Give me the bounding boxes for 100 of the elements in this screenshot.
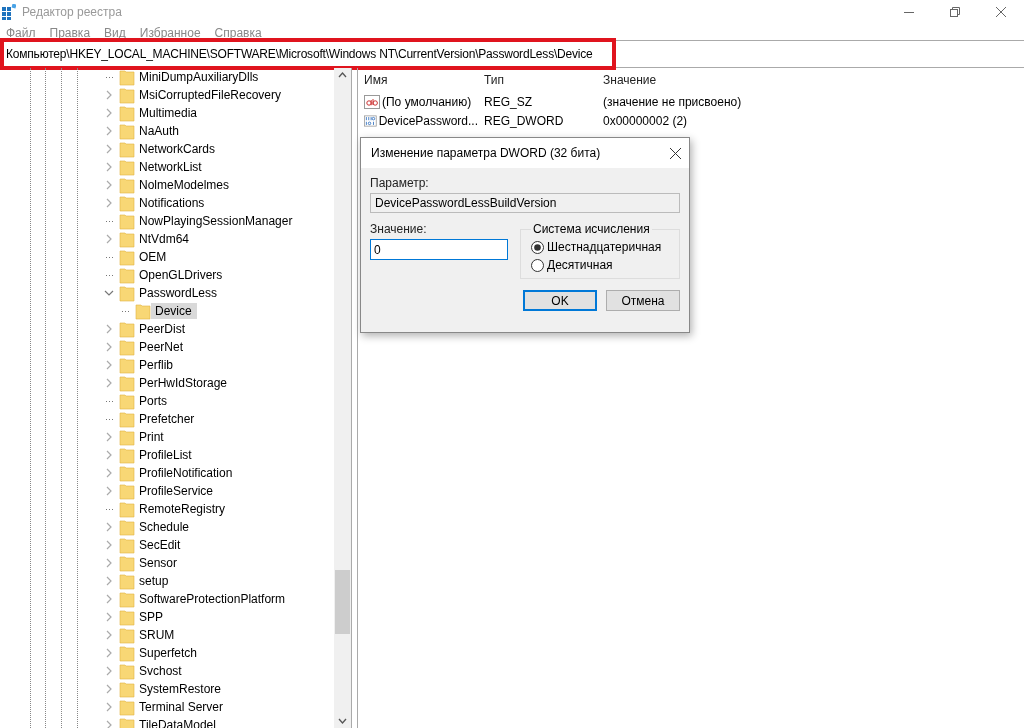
tree-item[interactable]: MiniDumpAuxiliaryDlls [135,69,264,85]
tree-item[interactable]: SystemRestore [135,681,227,697]
tree-item[interactable]: NolmeModelmes [135,177,235,193]
tree-item[interactable]: NtVdm64 [135,231,195,247]
ok-button[interactable]: OK [523,290,597,311]
column-header[interactable]: Имя [358,68,478,92]
column-header[interactable]: Тип [478,68,597,92]
tree-item[interactable]: Superfetch [135,645,203,661]
scrollbar-thumb[interactable] [335,570,350,634]
chevron-right-icon[interactable] [106,378,112,388]
chevron-right-icon[interactable] [106,630,112,640]
tree-item[interactable]: Multimedia [135,105,203,121]
tree-item[interactable]: SRUM [135,627,180,643]
tree-item[interactable]: SecEdit [135,537,186,553]
chevron-right-icon[interactable] [106,720,112,728]
tree-item[interactable]: NaAuth [135,123,185,139]
address-bar[interactable]: Компьютер\HKEY_LOCAL_MACHINE\SOFTWARE\Microsoft\Windows NT\CurrentVersion\PasswordLess\Device [0,40,1024,68]
group-title: Система исчисления [532,222,651,236]
menu-item[interactable]: Справка [214,26,262,40]
tree-item[interactable]: Notifications [135,195,210,211]
folder-icon [119,410,135,428]
tree-item[interactable]: ProfileList [135,447,197,463]
tree-item[interactable]: OEM [135,249,172,265]
tree-item[interactable]: Schedule [135,519,195,535]
chevron-right-icon[interactable] [106,540,112,550]
chevron-right-icon[interactable] [106,198,112,208]
radio-label[interactable]: Шестнадцатеричная [547,240,662,254]
chevron-right-icon[interactable] [106,342,112,352]
menu-item[interactable]: Избранное [139,26,201,40]
radio-button[interactable] [531,240,544,254]
folder-icon [119,500,135,518]
chevron-right-icon[interactable] [106,180,112,190]
tree-item[interactable]: Device [151,303,197,319]
tree-item[interactable]: PerHwIdStorage [135,375,233,391]
folder-icon [119,446,135,464]
tree-item[interactable]: Ports [135,393,172,409]
tree-item[interactable]: Prefetcher [135,411,200,427]
chevron-down-icon[interactable] [104,290,114,296]
chevron-right-icon[interactable] [106,702,112,712]
close-icon[interactable] [996,7,1006,17]
chevron-right-icon[interactable] [106,162,112,172]
chevron-right-icon[interactable] [106,432,112,442]
tree-item[interactable]: NetworkList [135,159,207,175]
scrollbar[interactable] [334,68,351,728]
chevron-right-icon[interactable] [106,90,112,100]
folder-icon [119,176,135,194]
tree-item[interactable]: NetworkCards [135,141,221,157]
folder-icon [119,68,135,86]
chevron-right-icon[interactable] [106,648,112,658]
folder-icon [119,572,135,590]
chevron-right-icon[interactable] [106,594,112,604]
chevron-right-icon[interactable] [106,522,112,532]
folder-icon [119,626,135,644]
radio-button[interactable] [531,258,544,272]
chevron-right-icon[interactable] [106,234,112,244]
restore-icon[interactable] [950,7,960,17]
tree-item[interactable]: MsiCorruptedFileRecovery [135,87,287,103]
cancel-button[interactable]: Отмена [606,290,680,311]
value-data: 0x00000002 (2) [602,112,689,130]
value-input[interactable]: 0 [370,239,508,260]
tree-item[interactable]: PasswordLess [135,285,223,301]
tree-item[interactable]: Sensor [135,555,183,571]
tree-item[interactable]: ProfileNotification [135,465,238,481]
tree-item[interactable]: Svchost [135,663,187,679]
tree-item[interactable]: Print [135,429,169,445]
chevron-right-icon[interactable] [106,684,112,694]
column-header[interactable]: Значение [597,68,1024,92]
chevron-right-icon[interactable] [106,108,112,118]
window-title: Редактор реестра [22,5,123,19]
close-icon[interactable] [670,147,681,159]
chevron-right-icon[interactable] [106,558,112,568]
menu-item[interactable]: Файл [6,26,36,40]
chevron-right-icon[interactable] [106,360,112,370]
value-data: (значение не присвоено) [602,93,743,111]
chevron-right-icon[interactable] [106,126,112,136]
tree-item[interactable]: Terminal Server [135,699,229,715]
folder-icon [119,554,135,572]
tree-item[interactable]: setup [135,573,174,589]
tree-item[interactable]: PeerNet [135,339,189,355]
chevron-right-icon[interactable] [106,666,112,676]
chevron-right-icon[interactable] [106,576,112,586]
chevron-right-icon[interactable] [106,144,112,154]
minimize-icon[interactable] [904,11,914,13]
tree-item[interactable]: ProfileService [135,483,219,499]
tree-item[interactable]: Perflib [135,357,178,373]
tree-item[interactable]: PeerDist [135,321,190,337]
chevron-right-icon[interactable] [106,612,112,622]
tree-item[interactable]: SPP [135,609,168,625]
chevron-right-icon[interactable] [106,468,112,478]
tree-item[interactable]: NowPlayingSessionManager [135,213,298,229]
menu-item[interactable]: Правка [49,26,91,40]
chevron-right-icon[interactable] [106,324,112,334]
radio-label[interactable]: Десятичная [547,258,613,272]
chevron-right-icon[interactable] [106,486,112,496]
folder-icon [119,284,135,302]
folder-icon [119,248,135,266]
tree-item[interactable]: RemoteRegistry [135,501,231,517]
tree-item[interactable]: OpenGLDrivers [135,267,228,283]
tree-item[interactable]: SoftwareProtectionPlatform [135,591,291,607]
chevron-right-icon[interactable] [106,450,112,460]
